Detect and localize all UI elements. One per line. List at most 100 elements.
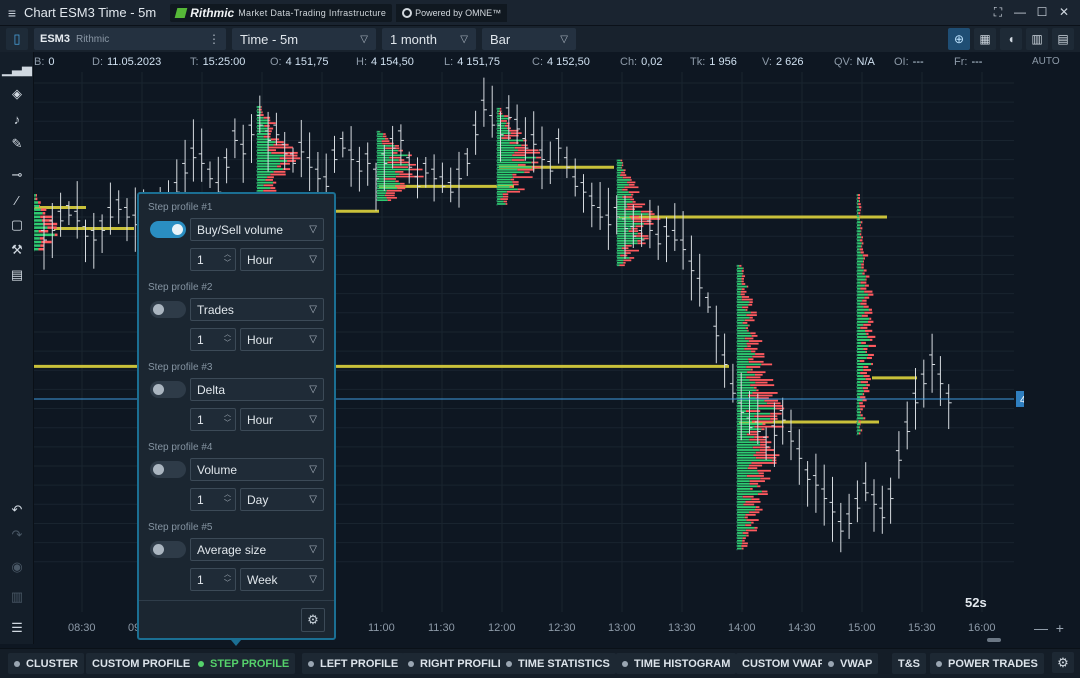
sell-bar	[862, 387, 869, 390]
settings-gear-icon[interactable]: ⚙	[1052, 652, 1074, 673]
layers-icon[interactable]: ◈	[6, 83, 28, 105]
period-count-stepper[interactable]: 1 ︿ ﹀	[190, 248, 236, 271]
minimize-icon[interactable]: —	[1012, 5, 1028, 20]
period-unit-dropdown[interactable]: Week ▽	[240, 568, 324, 591]
pencil-icon[interactable]: ✎	[6, 133, 28, 155]
step-profile-toggle[interactable]	[150, 541, 186, 558]
plugin-tab[interactable]: CUSTOM PROFILE	[86, 653, 197, 674]
sell-bar	[643, 237, 649, 240]
sell-bar	[750, 430, 758, 433]
metric-dropdown[interactable]: Buy/Sell volume ▽	[190, 218, 324, 241]
sell-bar	[754, 425, 784, 428]
link-icon[interactable]: ⊕	[948, 28, 970, 50]
metric-value: Volume	[197, 462, 238, 477]
trend-line-icon[interactable]: ⁄	[6, 189, 28, 211]
metric-dropdown[interactable]: Volume ▽	[190, 458, 324, 481]
plugin-tab[interactable]: T&S	[892, 653, 926, 674]
period-dropdown[interactable]: 1 month ▽	[382, 28, 476, 50]
plugin-tab[interactable]: STEP PROFILE	[192, 653, 296, 674]
timeframe-dropdown[interactable]: Time - 5m ▽	[232, 28, 376, 50]
info-key: O:	[270, 56, 282, 68]
plugin-tab[interactable]: RIGHT PROFILE	[402, 653, 511, 674]
sell-bar	[277, 165, 282, 168]
alert-bell-icon[interactable]: ♪	[6, 108, 28, 130]
chart-type-dropdown[interactable]: Bar ▽	[482, 28, 576, 50]
panel-settings-gear-icon[interactable]: ⚙	[301, 608, 325, 632]
buy-bar	[257, 151, 272, 154]
time-label: 16:00	[968, 622, 996, 634]
maximize-icon[interactable]: ☐	[1034, 5, 1050, 20]
time-label: 13:00	[608, 622, 636, 634]
plugin-tab[interactable]: TIME HISTOGRAM	[616, 653, 737, 674]
sell-bar	[398, 159, 405, 161]
sidebar-toggle-icon[interactable]: ▯	[6, 28, 28, 50]
fibonacci-icon[interactable]: ⚒	[6, 239, 28, 261]
period-count-stepper[interactable]: 1 ︿ ﹀	[190, 568, 236, 591]
panel-icon[interactable]: ▤	[1052, 28, 1074, 50]
period-unit-dropdown[interactable]: Day ▽	[240, 488, 324, 511]
stepper-arrows-icon[interactable]: ︿ ﹀	[224, 410, 231, 428]
chevron-down-icon: ▽	[309, 464, 317, 475]
plugin-tab[interactable]: CLUSTER	[8, 653, 84, 674]
buy-bar	[737, 472, 759, 475]
metric-dropdown[interactable]: Delta ▽	[190, 378, 324, 401]
sell-bar	[42, 212, 46, 215]
list-icon[interactable]: ☰	[6, 617, 28, 639]
buy-bar	[497, 151, 515, 154]
period-unit-dropdown[interactable]: Hour ▽	[240, 248, 324, 271]
metric-dropdown[interactable]: Average size ▽	[190, 538, 324, 561]
plugin-tab[interactable]: LEFT PROFILE	[302, 653, 405, 674]
horizontal-line-icon[interactable]: ⊸	[6, 164, 28, 186]
status-dot-icon	[14, 660, 20, 667]
buy-bar	[497, 200, 504, 203]
zoom-in-icon[interactable]: +	[1056, 620, 1064, 636]
period-count-stepper[interactable]: 1 ︿ ﹀	[190, 408, 236, 431]
delete-drawings-icon[interactable]: ▥	[6, 586, 28, 608]
stepper-arrows-icon[interactable]: ︿ ﹀	[224, 490, 231, 508]
keyboard-icon[interactable]: ▦	[974, 28, 996, 50]
buy-bar	[617, 188, 623, 191]
stepper-arrows-icon[interactable]: ︿ ﹀	[224, 570, 231, 588]
step-profile-toggle[interactable]	[150, 301, 186, 318]
buy-bar	[857, 284, 865, 287]
sell-bar	[625, 244, 632, 247]
plugin-tab[interactable]: POWER TRADES	[930, 653, 1044, 674]
step-profile-toggle[interactable]	[150, 381, 186, 398]
text-tool-icon[interactable]: ▤	[6, 264, 28, 286]
buy-bar	[857, 236, 862, 239]
rectangle-icon[interactable]: ▢	[6, 214, 28, 236]
plugin-tab[interactable]: CUSTOM VWAP	[736, 653, 831, 674]
expand-icon[interactable]: ⛶	[990, 5, 1006, 20]
period-count-stepper[interactable]: 1 ︿ ﹀	[190, 328, 236, 351]
undo-icon[interactable]: ↶	[6, 499, 28, 521]
mouse-icon[interactable]: ◖	[1000, 28, 1022, 50]
hide-drawings-icon[interactable]: ◉	[6, 556, 28, 578]
period-unit-dropdown[interactable]: Hour ▽	[240, 408, 324, 431]
sell-bar	[862, 299, 867, 302]
sell-bar	[631, 193, 634, 196]
sell-bar	[384, 194, 395, 197]
step-profile-toggle[interactable]	[150, 461, 186, 478]
axis-auto-label[interactable]: AUTO	[1032, 56, 1060, 67]
step-profile-toggle[interactable]	[150, 221, 186, 238]
layout-icon[interactable]: ▥	[1026, 28, 1048, 50]
kebab-menu-icon[interactable]: ⋮	[208, 32, 220, 46]
plugin-tab[interactable]: VWAP	[822, 653, 879, 674]
zoom-controls[interactable]: — +	[1034, 620, 1064, 636]
indicators-icon[interactable]: ▁▃▅	[2, 58, 32, 80]
buy-bar	[257, 143, 274, 146]
redo-icon[interactable]: ↷	[6, 524, 28, 546]
symbol-selector[interactable]: ESM3 Rithmic ⋮	[34, 28, 226, 50]
menu-icon[interactable]: ≡	[2, 5, 22, 21]
period-unit-dropdown[interactable]: Hour ▽	[240, 328, 324, 351]
plugin-tab[interactable]: TIME STATISTICS	[500, 653, 616, 674]
stepper-arrows-icon[interactable]: ︿ ﹀	[224, 330, 231, 348]
stepper-arrows-icon[interactable]: ︿ ﹀	[224, 250, 231, 268]
period-count-stepper[interactable]: 1 ︿ ﹀	[190, 488, 236, 511]
zoom-out-icon[interactable]: —	[1034, 620, 1048, 636]
buy-bar	[377, 189, 387, 192]
buy-bar	[737, 358, 749, 361]
metric-dropdown[interactable]: Trades ▽	[190, 298, 324, 321]
scroll-handle[interactable]	[987, 638, 1001, 642]
close-icon[interactable]: ✕	[1056, 5, 1072, 20]
